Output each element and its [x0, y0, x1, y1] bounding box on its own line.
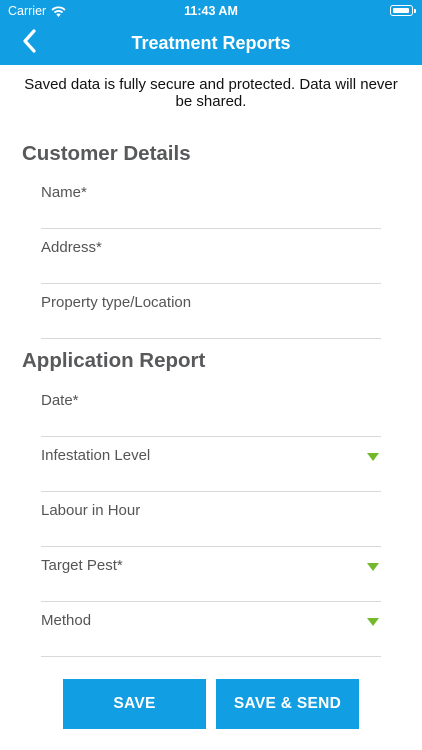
status-time: 11:43 AM: [184, 4, 238, 18]
date-field-label: Date*: [41, 392, 79, 409]
method-label: Method: [41, 612, 92, 629]
page-title: Treatment Reports: [131, 33, 291, 53]
save-send-button[interactable]: SAVE & SEND: [216, 679, 359, 729]
labour-hour-label: Labour in Hour: [41, 502, 141, 519]
customer-details-title: Customer Details: [22, 142, 191, 165]
name-field-label: Name*: [41, 184, 87, 201]
method-select[interactable]: Method: [41, 602, 381, 657]
triangle-down-icon: [367, 618, 379, 626]
labour-hour-field[interactable]: Labour in Hour: [41, 492, 381, 547]
triangle-down-icon: [367, 563, 379, 571]
infestation-level-select[interactable]: Infestation Level: [41, 437, 381, 492]
target-pest-select[interactable]: Target Pest*: [41, 547, 381, 602]
triangle-down-icon: [367, 453, 379, 461]
property-location-field[interactable]: Property type/Location: [41, 284, 381, 339]
status-bar: Carrier 11:43 AM: [0, 0, 422, 22]
save-button[interactable]: SAVE: [63, 679, 206, 729]
date-field[interactable]: Date*: [41, 382, 381, 437]
application-report-title: Application Report: [22, 349, 206, 372]
address-field[interactable]: Address*: [41, 229, 381, 284]
target-pest-label: Target Pest*: [41, 557, 123, 574]
name-field[interactable]: Name*: [41, 174, 381, 229]
address-field-label: Address*: [41, 239, 102, 256]
app-header: Carrier 11:43 AM Treatment Reports: [0, 0, 422, 65]
privacy-notice: Saved data is fully secure and protected…: [24, 76, 398, 110]
infestation-level-label: Infestation Level: [41, 447, 151, 464]
battery-icon: [390, 5, 416, 16]
property-location-field-label: Property type/Location: [41, 294, 192, 311]
